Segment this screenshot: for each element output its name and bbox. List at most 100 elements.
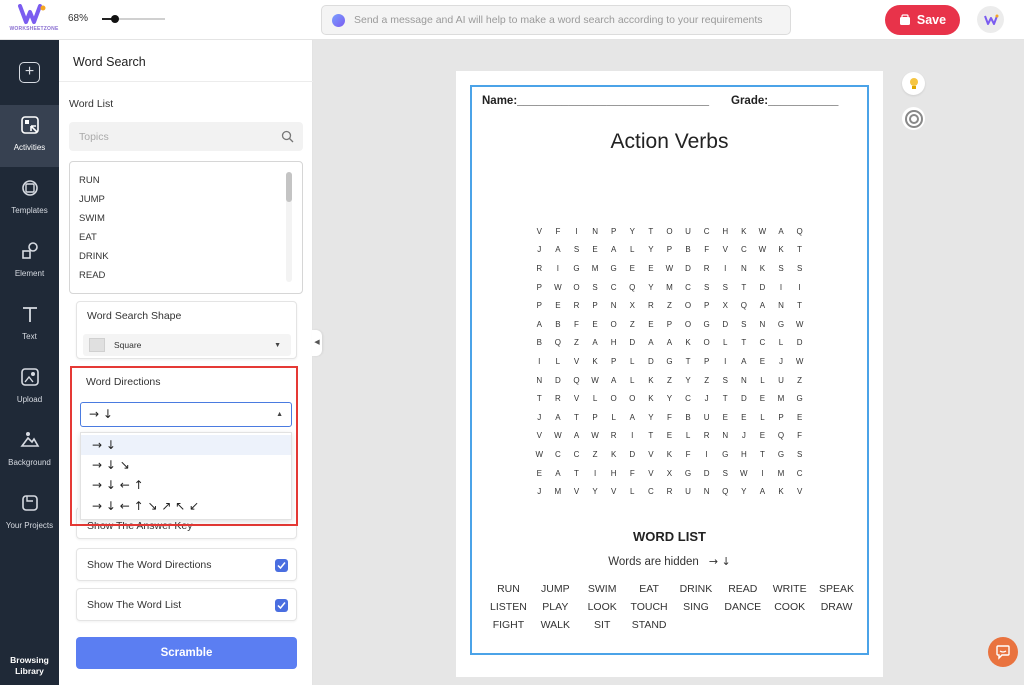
grid-cell: Y <box>629 226 635 236</box>
grid-cell: W <box>758 226 767 236</box>
grid-cell: Z <box>797 375 803 385</box>
grid-cell: O <box>666 226 673 236</box>
word-list-word: DRINK <box>679 583 713 595</box>
grid-cell: L <box>685 431 691 441</box>
rail-item-your-projects[interactable]: Your Projects <box>0 483 59 545</box>
name-field: Name:______________________________ <box>482 95 710 107</box>
grid-cell: E <box>741 412 747 422</box>
word-search-grid[interactable]: VFINPYTOUCHKWAQJASEALYPBFVCWKTRIGMGEEWDR… <box>530 222 815 501</box>
rail-item-upload[interactable]: Upload <box>0 357 59 419</box>
grid-cell: L <box>611 412 616 422</box>
rail-item-templates[interactable]: Templates <box>0 168 59 230</box>
word-list-word: COOK <box>774 601 806 614</box>
ai-prompt-box[interactable] <box>321 5 791 35</box>
rail-item-activities[interactable]: Activities <box>0 105 59 167</box>
grid-cell: G <box>666 356 673 366</box>
direction-option[interactable]: → ↓ ↘ <box>81 455 291 475</box>
grid-cell: T <box>741 338 747 348</box>
worksheet-word-list: RUN JUMP SWIM EAT DRINK READ WRITE SPEAK LISTEN P… <box>485 583 860 638</box>
show-word-list-checkbox[interactable] <box>275 599 288 612</box>
direction-option[interactable]: → ↓ ← ↑ <box>81 475 291 495</box>
browsing-library-button[interactable]: Browsing Library <box>0 655 59 677</box>
panel-title: Word Search <box>73 55 146 69</box>
direction-option[interactable]: → ↓ ← ↑ ↘ ↗ ↖ ↙ <box>81 496 291 516</box>
reset-icon[interactable] <box>902 107 925 130</box>
grid-cell: Y <box>741 487 747 497</box>
rail-item-text[interactable]: Text <box>0 294 59 356</box>
grid-cell: Y <box>666 394 673 404</box>
grid-cell: D <box>796 338 803 348</box>
grid-cell: L <box>555 356 561 366</box>
word-list-word: STAND <box>631 619 667 632</box>
grid-cell: X <box>629 301 635 311</box>
rail-label-element: Element <box>14 269 45 278</box>
collapse-panel-handle[interactable]: ◀ <box>312 330 322 356</box>
worksheetzone-logo[interactable]: WORKSHEETZONE <box>8 4 58 34</box>
grid-cell: E <box>722 412 728 422</box>
grid-cell: D <box>629 449 636 459</box>
worksheet-frame: Name:______________________________ Grad… <box>470 85 869 655</box>
grid-cell: H <box>610 338 617 348</box>
grid-cell: A <box>759 301 766 311</box>
grid-cell: E <box>592 319 598 329</box>
grid-cell: V <box>648 468 654 478</box>
grid-cell: T <box>741 282 747 292</box>
word-list-scrollbar[interactable] <box>286 172 292 202</box>
add-icon[interactable]: + <box>19 62 40 83</box>
grid-cell: G <box>573 263 580 273</box>
grid-cell: C <box>610 282 617 292</box>
worksheet-page[interactable]: Name:______________________________ Grad… <box>456 71 883 677</box>
save-button[interactable]: Save <box>885 5 960 35</box>
ai-prompt-input[interactable] <box>354 6 784 34</box>
zoom-slider[interactable] <box>102 15 165 23</box>
user-avatar[interactable] <box>977 6 1004 33</box>
grid-cell: A <box>648 338 654 348</box>
grid-cell: R <box>666 487 673 497</box>
grid-cell: L <box>723 338 728 348</box>
grid-cell: F <box>685 449 691 459</box>
scramble-button[interactable]: Scramble <box>76 637 297 669</box>
direction-option[interactable]: → ↓ <box>81 435 291 455</box>
search-icon[interactable] <box>281 130 294 143</box>
grid-cell: P <box>666 319 673 329</box>
grid-cell: H <box>722 226 729 236</box>
grid-cell: K <box>666 449 673 459</box>
top-bar: WORKSHEETZONE 68% Save <box>0 0 1024 40</box>
word-list-textarea[interactable]: RUN JUMP SWIM EAT DRINK READ <box>69 161 303 294</box>
topics-search-box[interactable] <box>69 122 303 151</box>
grid-cell: I <box>798 282 801 292</box>
grid-cell: T <box>574 468 579 478</box>
grid-cell: U <box>685 487 691 497</box>
word-list-word: SING <box>683 601 709 614</box>
grid-row: JASEALYPBFVCWKT <box>530 241 815 260</box>
grid-cell: L <box>630 375 635 385</box>
grid-cell: F <box>704 245 710 255</box>
rail-item-element[interactable]: Element <box>0 231 59 293</box>
show-word-directions-card[interactable]: Show The Word Directions <box>76 548 297 581</box>
zoom-slider-thumb[interactable] <box>110 15 119 23</box>
rail-item-background[interactable]: Background <box>0 420 59 482</box>
grid-row: VWAWRITELRNJEQF <box>530 427 815 446</box>
grid-cell: J <box>537 412 542 422</box>
grid-cell: F <box>797 431 803 441</box>
topics-input[interactable] <box>79 122 279 151</box>
shape-select[interactable]: Square ▼ <box>83 334 291 356</box>
grid-cell: S <box>722 468 728 478</box>
word-directions-select[interactable]: → ↓ ▲ <box>80 402 292 427</box>
lightbulb-icon[interactable] <box>902 72 925 95</box>
grid-cell: F <box>629 468 635 478</box>
worksheet-title[interactable]: Action Verbs <box>472 130 867 154</box>
chat-support-icon[interactable] <box>988 637 1018 667</box>
grid-cell: G <box>777 319 785 329</box>
grid-cell: A <box>629 412 635 422</box>
word-list-item: SWIM <box>79 213 105 224</box>
grid-cell: A <box>741 356 747 366</box>
grid-cell: W <box>795 356 804 366</box>
word-list-word: TOUCH <box>630 601 668 614</box>
grid-cell: Y <box>648 282 654 292</box>
show-word-directions-checkbox[interactable] <box>275 559 288 572</box>
grid-cell: N <box>778 301 784 311</box>
show-word-list-card[interactable]: Show The Word List <box>76 588 297 621</box>
grid-cell: D <box>629 338 636 348</box>
grid-row: RIGMGEEWDRINKSS <box>530 259 815 278</box>
